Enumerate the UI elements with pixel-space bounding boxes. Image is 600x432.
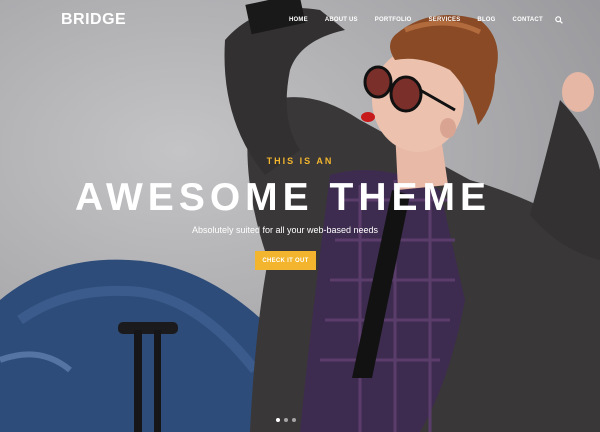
hero-subtitle: Absolutely suited for all your web-based… bbox=[191, 225, 379, 235]
hero-slider: BRIDGE HOME ABOUT US PORTFOLIO SERVICES … bbox=[0, 0, 600, 432]
nav-item-about-us[interactable]: ABOUT US bbox=[325, 17, 358, 23]
nav-item-portfolio[interactable]: PORTFOLIO bbox=[375, 17, 412, 23]
slider-dot[interactable] bbox=[284, 418, 288, 422]
hero-kicker: THIS IS AN bbox=[266, 156, 334, 166]
main-navigation: HOME ABOUT US PORTFOLIO SERVICES BLOG CO… bbox=[289, 16, 563, 24]
nav-item-services[interactable]: SERVICES bbox=[429, 17, 461, 23]
slider-pagination bbox=[276, 418, 300, 422]
search-icon[interactable] bbox=[555, 16, 563, 24]
slider-dot[interactable] bbox=[276, 418, 280, 422]
nav-item-blog[interactable]: BLOG bbox=[477, 17, 495, 23]
brand-logo[interactable]: BRIDGE bbox=[61, 11, 126, 29]
nav-item-contact[interactable]: CONTACT bbox=[513, 17, 543, 23]
nav-item-home[interactable]: HOME bbox=[289, 17, 308, 23]
slider-dot[interactable] bbox=[292, 418, 296, 422]
hero-headline: AWESOME THEME bbox=[74, 176, 492, 219]
check-it-out-button[interactable]: CHECK IT OUT bbox=[255, 251, 316, 270]
